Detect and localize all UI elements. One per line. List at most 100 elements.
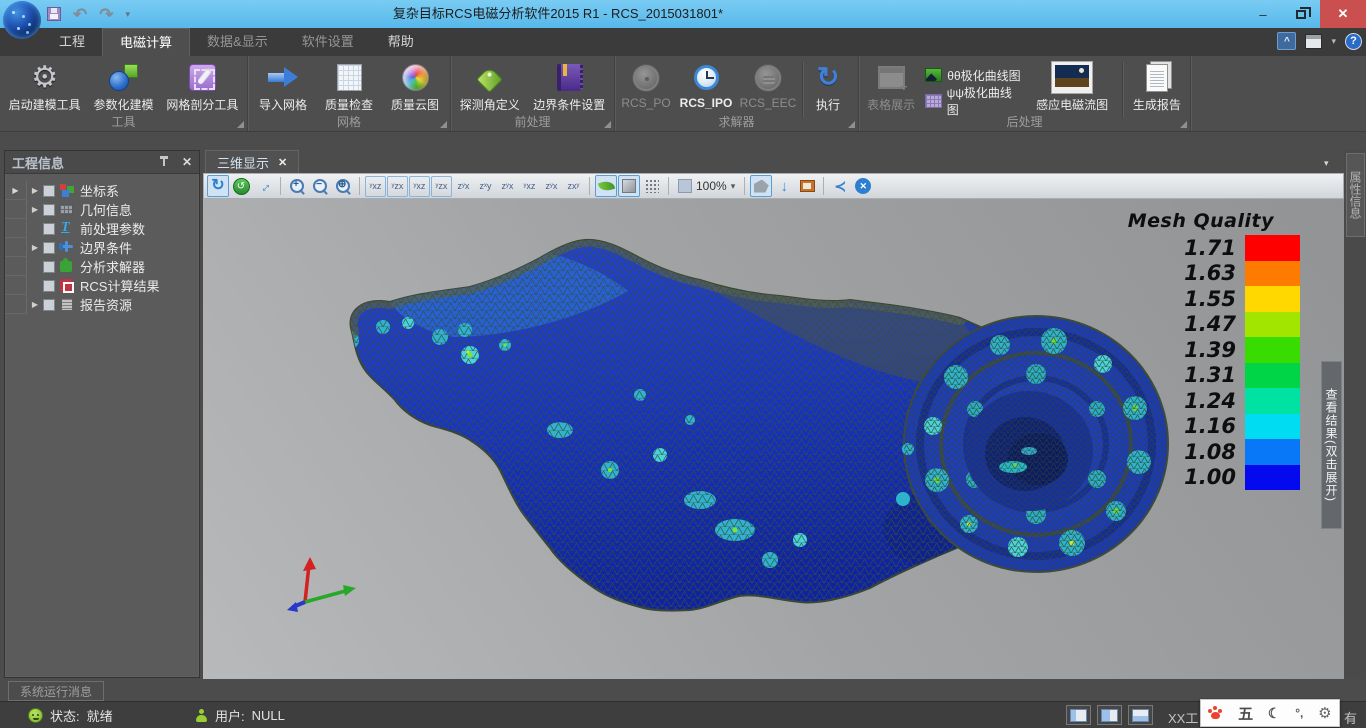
view-orientation-button-6[interactable]: zˣy [475,176,496,197]
expand-arrow-icon[interactable]: ▶ [27,243,43,252]
share-link-button[interactable]: ≺ [829,175,851,197]
expand-arrow-icon[interactable]: ▶ [27,205,43,214]
tree-item-coordinate-system[interactable]: ▶ ▶ 坐标系 [5,181,199,200]
ribbon-collapse-icon[interactable]: ^ [1277,32,1296,50]
shading-button[interactable] [595,175,617,197]
dialog-launcher-icon[interactable] [1180,121,1187,128]
boundary-settings-button[interactable]: 边界条件设置 [527,59,612,117]
minimize-button[interactable]: – [1244,0,1282,28]
zoom-out-button[interactable]: − [309,175,331,197]
zoom-in-button[interactable]: + [286,175,308,197]
quality-check-button[interactable]: 质量检查 [316,59,382,117]
window-style-icon[interactable] [1305,34,1322,49]
probe-angle-button[interactable]: 探测角定义 [453,59,527,117]
view-orientation-button-5[interactable]: zʸx [453,176,474,197]
parametric-modeling-button[interactable]: 参数化建模 [87,59,159,117]
checkbox[interactable] [43,223,55,235]
checkbox[interactable] [43,242,55,254]
zoom-fit-button[interactable]: ⊕ [332,175,354,197]
expand-arrow-icon[interactable]: ▶ [27,300,43,309]
checkbox[interactable] [43,299,55,311]
help-icon[interactable]: ? [1345,33,1362,50]
rcs-eec-button[interactable]: RCS_EEC [737,59,799,117]
table-display-button[interactable]: 表格展示 [861,59,921,117]
moon-icon[interactable]: ☾ [1268,705,1281,722]
system-messages-tab[interactable]: 系统运行消息 [8,681,104,701]
capture-button[interactable] [796,175,818,197]
menu-tab-em-computation[interactable]: 电磁计算 [102,28,190,56]
menu-tab-settings[interactable]: 软件设置 [285,28,371,56]
orbit-button[interactable]: ↺ [230,175,252,197]
tree-item-analysis-solver[interactable]: 分析求解器 [5,257,199,276]
wireframe-points-button[interactable] [641,175,663,197]
menu-tab-data-display[interactable]: 数据&显示 [190,28,285,56]
rcs-po-button[interactable]: RCS_PO [617,59,675,117]
clip-shape-button[interactable] [750,175,772,197]
tree-item-preprocess-params[interactable]: T 前处理参数 [5,219,199,238]
tab-list-dropdown-icon[interactable]: ▾ [1324,158,1329,169]
dialog-launcher-icon[interactable] [237,121,244,128]
menu-tab-project[interactable]: 工程 [42,28,102,56]
quality-cloud-button[interactable]: 质量云图 [382,59,448,117]
view-orientation-button-2[interactable]: ʸzx [387,176,408,197]
view-orientation-button-7[interactable]: zʸx [497,176,518,197]
dialog-launcher-icon[interactable] [848,121,855,128]
rotate-view-button[interactable]: ↻ [207,175,229,197]
ime-paw-icon[interactable] [1208,707,1223,720]
zoom-dropdown-icon[interactable]: ▾ [731,181,736,192]
restore-button[interactable] [1282,0,1320,28]
property-info-tab[interactable]: 属性信息 [1346,153,1365,237]
layout-split-button[interactable] [1097,705,1122,725]
view-results-tab[interactable]: 查看结果(双击展开) [1321,361,1342,529]
view-orientation-button-1[interactable]: ʸxz [365,176,386,197]
ime-mode-indicator[interactable]: 五 [1238,703,1253,724]
checkbox[interactable] [43,261,55,273]
view-orientation-button-3[interactable]: ʸxz [409,176,430,197]
checkbox[interactable] [43,280,55,292]
tree-item-boundary-conditions[interactable]: ▶ 边界条件 [5,238,199,257]
dialog-launcher-icon[interactable] [604,121,611,128]
psi-polarization-curve-button[interactable]: ψψ极化曲线图 [921,90,1025,112]
checkbox[interactable] [43,185,55,197]
ime-gear-icon[interactable]: ⚙ [1318,704,1331,722]
punctuation-icon[interactable]: °, [1295,706,1303,720]
tree-item-rcs-results[interactable]: RCS计算结果 [5,276,199,295]
pin-icon[interactable] [159,156,170,168]
tree-item-report-resources[interactable]: ▶ 报告资源 [5,295,199,314]
tab-close-icon[interactable]: ✕ [278,156,287,169]
view-orientation-button-8[interactable]: ʸxz [519,176,540,197]
close-button[interactable]: ✕ [1320,0,1366,28]
purple-chart-icon [925,94,942,108]
generate-report-button[interactable]: 生成报告 [1126,59,1188,117]
theta-polarization-curve-button[interactable]: θθ极化曲线图 [921,64,1025,86]
surface-display-button[interactable] [618,175,640,197]
view-orientation-button-4[interactable]: ʸzx [431,176,452,197]
rcs-ipo-button[interactable]: RCS_IPO [675,59,737,117]
import-mesh-button[interactable]: 导入网格 [250,59,316,117]
zoom-level-control[interactable]: 100% ▾ [674,179,739,193]
knob-icon [633,65,659,91]
expand-arrow-icon[interactable]: ▶ [27,186,43,195]
execute-button[interactable]: ↻ 执行 [806,59,850,117]
start-modeling-tool-button[interactable]: ⚙ 启动建模工具 [2,59,87,117]
tree-item-geometry-info[interactable]: ▶ 几何信息 [5,200,199,219]
close-icon[interactable]: ✕ [182,155,192,169]
view-orientation-button-9[interactable]: zʸx [541,176,562,197]
dialog-launcher-icon[interactable] [440,121,447,128]
legend-value: 1.08 [1174,440,1236,464]
style-dropdown-icon[interactable]: ▾ [1331,36,1336,47]
induced-current-map-button[interactable]: 感应电磁流图 [1025,59,1118,117]
mesh-partition-tool-button[interactable]: 网格剖分工具 [160,59,245,117]
layout-bottom-button[interactable] [1128,705,1153,725]
tab-3d-display[interactable]: 三维显示 ✕ [205,150,299,173]
3d-viewport[interactable]: Mesh Quality 1.71 1.63 1.55 1.47 1.39 1.… [203,199,1344,679]
pan-button[interactable]: ↔ [253,175,275,197]
cancel-button[interactable]: ✕ [852,175,874,197]
export-down-button[interactable]: ↓ [773,175,795,197]
menu-tab-help[interactable]: 帮助 [371,28,431,56]
view-orientation-button-10[interactable]: zxʸ [563,176,584,197]
gutter-arrow-icon[interactable]: ▶ [5,181,27,200]
checkbox[interactable] [43,204,55,216]
layout-left-button[interactable] [1066,705,1091,725]
button-label: 边界条件设置 [533,96,605,113]
